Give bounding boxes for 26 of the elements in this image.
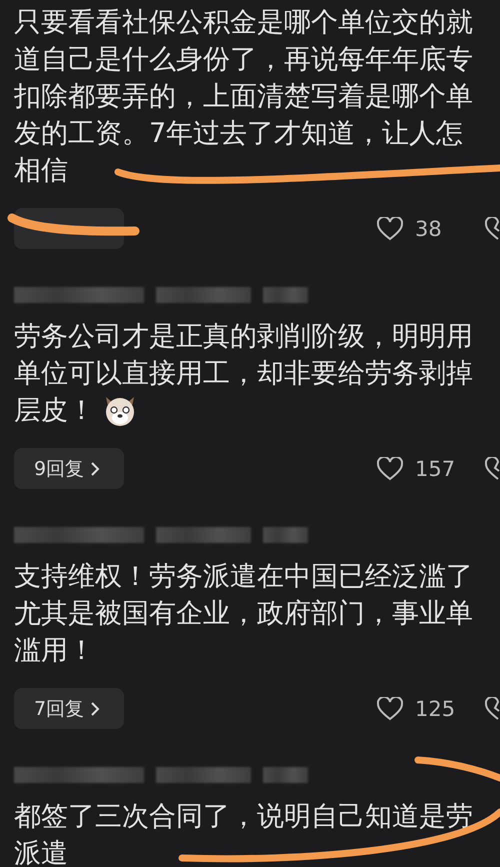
- like-count: 38: [415, 216, 443, 240]
- comment-text: 扣除都要弄的，上面清楚写着是哪个单: [14, 80, 473, 114]
- comment-text: 派遣: [14, 836, 68, 867]
- comment-text: 发的工资。7年过去了才知道，让人怎: [14, 116, 464, 150]
- comment-text: 尤其是被国有企业，政府部门，事业单: [14, 596, 473, 630]
- chevron-icon: [90, 700, 100, 716]
- comment-text: 相信: [14, 154, 68, 188]
- comment-text: 支持维权！劳务派遣在中国已经泛滥了: [14, 560, 473, 594]
- comment-text: 单位可以直接用工，却非要给劳务剥掉: [14, 356, 473, 390]
- chevron-icon: [90, 460, 100, 476]
- heart-icon[interactable]: [377, 696, 403, 720]
- replies-button[interactable]: 7回复: [14, 688, 124, 729]
- comment-text: 劳务公司才是正真的剥削阶级，明明用: [14, 320, 473, 354]
- comment-text: 层皮！: [14, 394, 95, 428]
- comment-text: 都签了三次合同了，说明自己知道是劳: [14, 800, 473, 834]
- replies-button[interactable]: 9回复: [14, 448, 124, 489]
- like-count: 157: [415, 456, 456, 480]
- blurred-text: [263, 287, 308, 303]
- comment-text: 只要看看社保公积金是哪个单位交的就: [14, 6, 473, 40]
- like-count: 125: [415, 696, 456, 720]
- comment-text: 道自己是什么身份了，再说每年年底专: [14, 42, 473, 76]
- heart-icon[interactable]: [377, 456, 403, 480]
- heart-icon[interactable]: [377, 216, 403, 240]
- blurred-text: [263, 527, 308, 543]
- comment-text: 滥用！: [14, 634, 95, 668]
- blurred-text: [263, 767, 308, 783]
